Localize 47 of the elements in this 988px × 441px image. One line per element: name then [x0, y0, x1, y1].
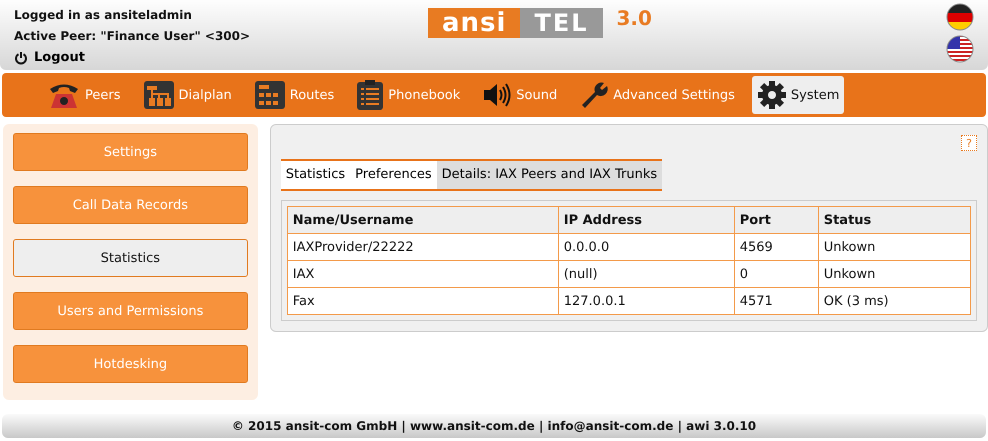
grid-icon [254, 80, 286, 110]
clipboard-icon [356, 79, 384, 111]
help-button[interactable]: ? [961, 135, 977, 151]
menu-item[interactable]: Sound [477, 76, 562, 114]
logo-text: ansi [428, 8, 520, 38]
menu-item[interactable]: Routes [248, 76, 340, 114]
footer-text: © 2015 ansit-com GmbH | www.ansit-com.de | info@ansit-com.de | awi 3.0.10 [232, 419, 756, 433]
table-cell: 4571 [734, 288, 818, 314]
speaker-icon [482, 81, 512, 109]
table-cell: (null) [558, 260, 734, 288]
logo-version: 3.0 [616, 6, 652, 30]
german-flag-icon[interactable] [946, 3, 974, 31]
us-flag-icon[interactable] [946, 35, 974, 63]
column-header: IP Address [558, 206, 734, 234]
sidebar-item[interactable]: Settings [13, 133, 248, 171]
sidebar-item[interactable]: Call Data Records [13, 186, 248, 224]
column-header: Port [734, 206, 818, 234]
logo-text: TEL [520, 8, 603, 38]
table-cell: OK (3 ms) [818, 288, 970, 314]
power-icon [14, 50, 28, 64]
tab[interactable]: Preferences [350, 161, 437, 189]
active-peer: Active Peer: "Finance User" <300> [14, 29, 252, 43]
table-cell: IAX [287, 260, 558, 288]
column-header: Name/Username [287, 206, 558, 234]
table-cell: Unkown [818, 260, 970, 288]
table-cell: IAXProvider/22222 [287, 234, 558, 260]
sidebar-item[interactable]: Users and Permissions [13, 292, 248, 330]
menu-item[interactable]: Dialplan [138, 76, 237, 114]
table-cell: 0 [734, 260, 818, 288]
table-cell: Unkown [818, 234, 970, 260]
tab[interactable]: Details: IAX Peers and IAX Trunks [436, 161, 662, 189]
table-cell: 0.0.0.0 [558, 234, 734, 260]
table-cell: 127.0.0.1 [558, 288, 734, 314]
table-cell: 4569 [734, 234, 818, 260]
diagram-icon [142, 80, 174, 110]
tab[interactable]: Statistics [280, 161, 350, 189]
column-header: Status [818, 206, 970, 234]
menu-item[interactable]: Peers [42, 76, 126, 114]
gear-icon [756, 80, 787, 110]
sidebar-item[interactable]: Hotdesking [13, 345, 248, 383]
login-status: Logged in as ansiteladmin [14, 8, 193, 22]
sidebar-item[interactable]: Statistics [13, 239, 248, 277]
logout-button[interactable]: Logout [14, 50, 85, 65]
menu-item[interactable]: System [752, 76, 844, 114]
menu-item[interactable]: Phonebook [351, 76, 466, 114]
menu-item[interactable]: Advanced Settings [574, 76, 740, 114]
table-cell: Fax [287, 288, 558, 314]
